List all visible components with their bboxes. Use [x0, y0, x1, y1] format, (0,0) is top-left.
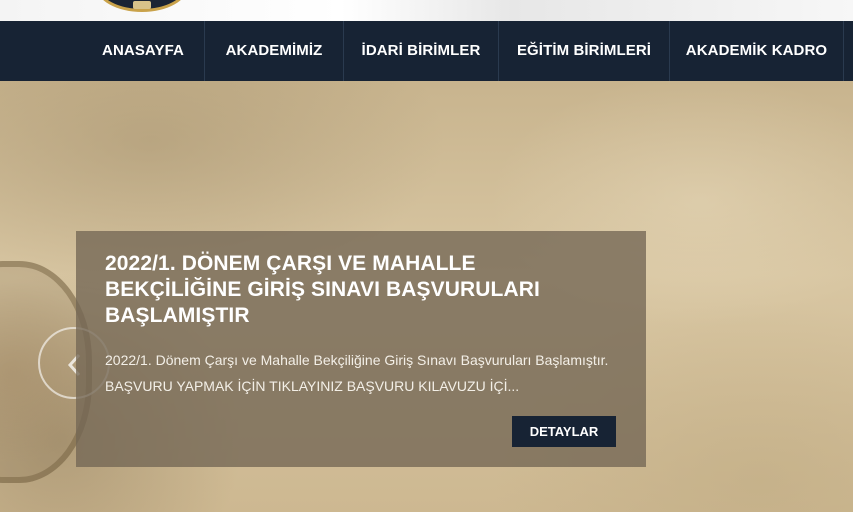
- details-button[interactable]: DETAYLAR: [512, 416, 616, 447]
- nav-item-anasayfa[interactable]: ANASAYFA: [82, 21, 204, 81]
- slide-title[interactable]: 2022/1. DÖNEM ÇARŞI VE MAHALLE BEKÇİLİĞİ…: [105, 251, 605, 329]
- nav-item-idari-birimler[interactable]: İDARİ BİRİMLER: [344, 21, 498, 81]
- nav-item-akademik-kadro[interactable]: AKADEMİK KADRO: [670, 21, 843, 81]
- nav-item-egitim-birimleri[interactable]: EĞİTİM BİRİMLERİ: [499, 21, 669, 81]
- nav-divider: [843, 21, 844, 81]
- main-nav: ANASAYFA AKADEMİMİZ İDARİ BİRİMLER EĞİTİ…: [0, 21, 853, 81]
- slide-summary: 2022/1. Dönem Çarşı ve Mahalle Bekçiliği…: [105, 352, 609, 394]
- slide-caption: 2022/1. DÖNEM ÇARŞI VE MAHALLE BEKÇİLİĞİ…: [76, 231, 646, 467]
- nav-item-akademimiz[interactable]: AKADEMİMİZ: [205, 21, 343, 81]
- logo[interactable]: [96, 0, 188, 12]
- top-header: [0, 0, 853, 21]
